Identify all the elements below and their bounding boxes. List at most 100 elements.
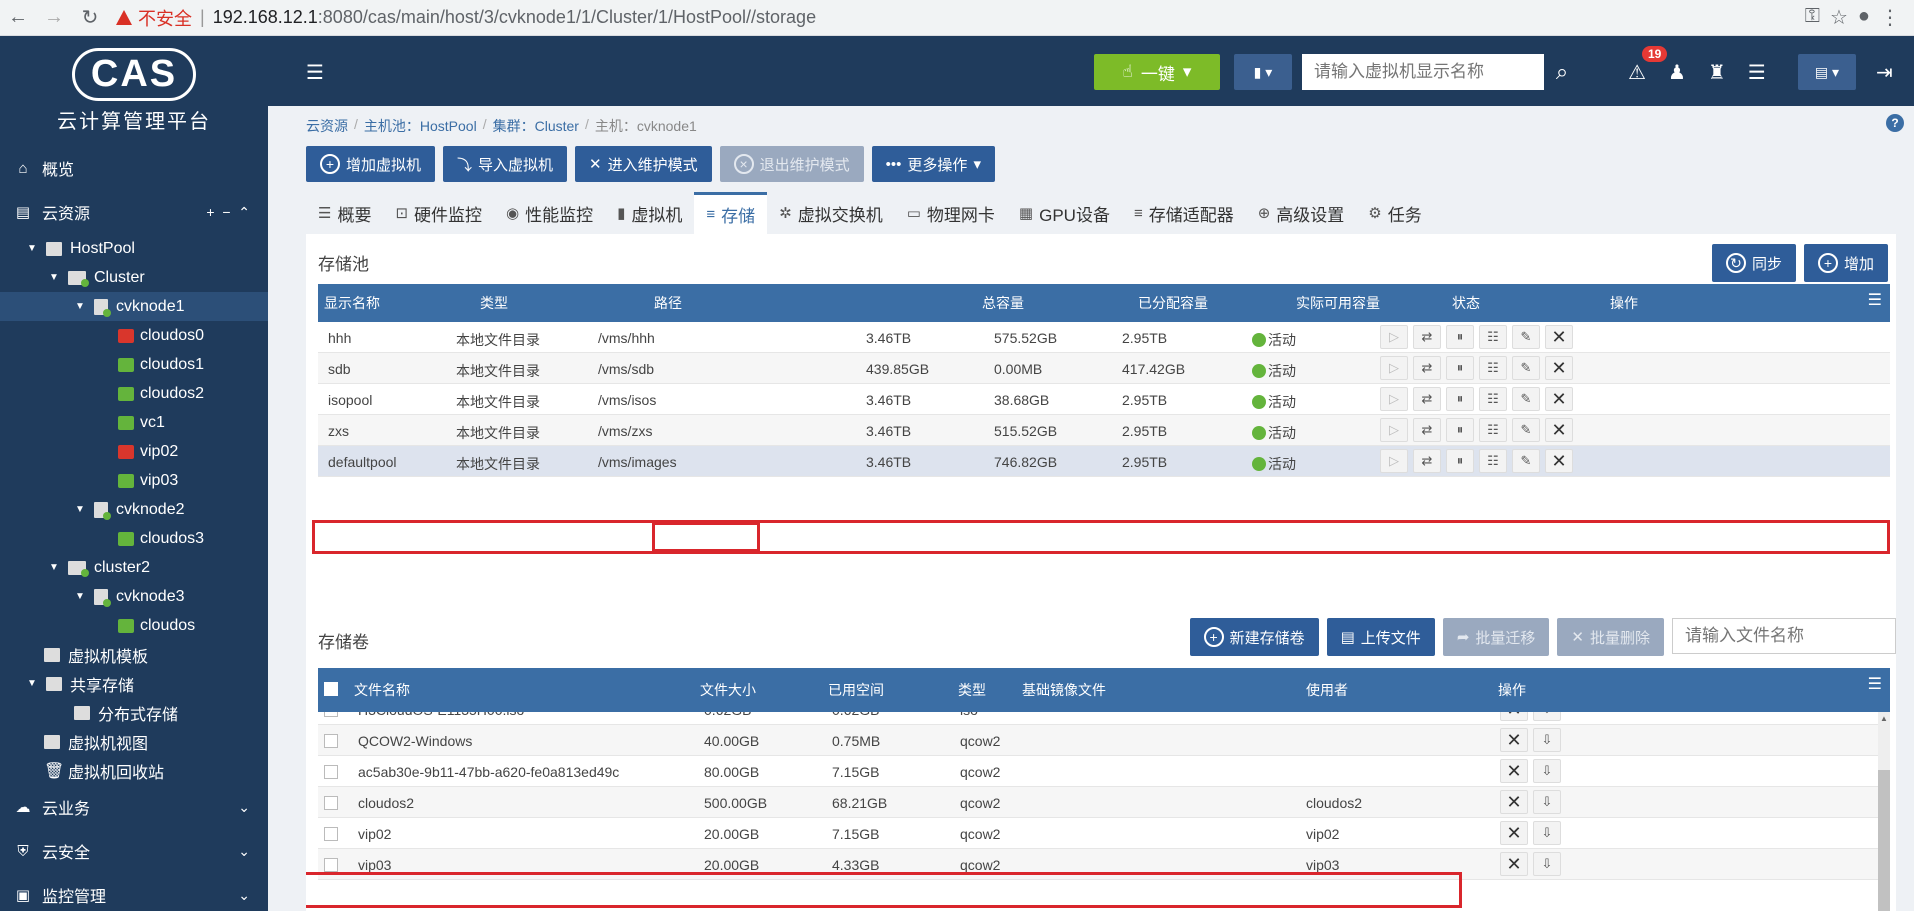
file-search-input[interactable] (1672, 618, 1896, 654)
pool-row[interactable]: zxs 本地文件目录/vms/zxs 3.46TB 515.52GB 2.95TB 活动 ▷… (318, 415, 1890, 446)
expand-icon[interactable]: ▼ (74, 504, 86, 515)
refresh-icon[interactable]: ⇄ (1413, 387, 1441, 411)
breadcrumb-resources[interactable]: 云资源 (306, 116, 348, 136)
pool-row[interactable]: hhh 本地文件目录/vms/hhh 3.46TB 575.52GB 2.95TB 活动 ▷… (318, 322, 1890, 353)
delete-icon[interactable]: ✕ (1545, 387, 1573, 411)
play-icon[interactable]: ▷ (1380, 449, 1408, 473)
exit-maintenance-button[interactable]: × 退出维护模式 (719, 146, 864, 182)
tree-vm-recycle-bin[interactable]: 🗑 虚拟机回收站 (0, 756, 268, 785)
column-menu-icon[interactable]: ☰ (1868, 674, 1882, 694)
expand-icon[interactable]: ▼ (26, 243, 38, 254)
delete-icon[interactable]: ✕ (1545, 356, 1573, 380)
layout-menu-button[interactable]: ▤ ▾ (1798, 54, 1856, 90)
tab-gpu[interactable]: ▦ GPU设备 (1007, 192, 1122, 234)
edit-icon[interactable]: ✎ (1512, 449, 1540, 473)
download-icon[interactable]: ⇩ (1533, 790, 1561, 814)
pause-icon[interactable]: ⏸ (1446, 418, 1474, 442)
refresh-icon[interactable]: ⇄ (1413, 356, 1441, 380)
tab-tasks[interactable]: ⚙ 任务 (1356, 192, 1433, 234)
address-bar[interactable]: 不安全 | 192.168.12.1:8080/cas/main/host/3/… (116, 4, 1797, 32)
tree-host-cvknode3[interactable]: ▼ cvknode3 (0, 582, 268, 611)
back-icon[interactable]: ← (0, 0, 36, 36)
reload-icon[interactable]: ↻ (72, 0, 108, 36)
import-vm-button[interactable]: ⤵ 导入虚拟机 (443, 146, 568, 182)
breadcrumb-hostpool[interactable]: 主机池：HostPool (364, 116, 477, 136)
expand-icon[interactable]: ▼ (74, 591, 86, 602)
tab-advanced-settings[interactable]: ⊕ 高级设置 (1246, 192, 1357, 234)
tree-vm-view[interactable]: 虚拟机视图 (0, 727, 268, 756)
resource-tree-controls[interactable]: + − ⌃ (206, 204, 250, 221)
edit-icon[interactable]: ✎ (1512, 387, 1540, 411)
add-vm-button[interactable]: + 增加虚拟机 (306, 146, 436, 182)
search-icon[interactable]: ⌕ (1544, 54, 1580, 90)
nav-cloud-business[interactable]: ☁ 云业务 ⌄ (0, 785, 268, 829)
refresh-icon[interactable]: ⇄ (1413, 449, 1441, 473)
download-icon[interactable]: ⇩ (1533, 712, 1561, 721)
column-menu-icon[interactable]: ☰ (1868, 290, 1882, 310)
tree-vm-cloudos[interactable]: cloudos (0, 611, 268, 640)
play-icon[interactable]: ▷ (1380, 325, 1408, 349)
nav-monitoring[interactable]: ▣ 监控管理 ⌄ (0, 873, 268, 911)
batch-delete-button[interactable]: ✕ 批量删除 (1557, 618, 1664, 656)
expand-icon[interactable]: ▼ (74, 301, 86, 312)
tab-physical-nic[interactable]: ▭ 物理网卡 (895, 192, 1007, 234)
nav-overview[interactable]: ⌂ 概览 (0, 146, 268, 190)
view-icon[interactable]: ☷ (1479, 387, 1507, 411)
scroll-thumb[interactable] (1878, 770, 1890, 911)
breadcrumb-cluster[interactable]: 集群：Cluster (493, 116, 579, 136)
tree-host-cvknode2[interactable]: ▼ cvknode2 (0, 495, 268, 524)
tree-vm-cloudos2[interactable]: cloudos2 (0, 379, 268, 408)
help-icon[interactable]: ? (1886, 114, 1904, 132)
delete-icon[interactable]: ✕ (1500, 821, 1528, 845)
tree-host-cvknode1[interactable]: ▼ cvknode1 (0, 292, 268, 321)
logout-icon[interactable]: ⇥ (1876, 60, 1893, 85)
play-icon[interactable]: ▷ (1380, 387, 1408, 411)
tab-storage-adapter[interactable]: ≡ 存储适配器 (1122, 192, 1246, 234)
add-pool-button[interactable]: + 增加 (1803, 244, 1888, 282)
tree-shared-storage[interactable]: ▼ 共享存储 (0, 669, 268, 698)
pause-icon[interactable]: ⏸ (1446, 449, 1474, 473)
tab-vswitch[interactable]: ✲ 虚拟交换机 (767, 192, 895, 234)
list-icon[interactable]: ☰ (1748, 60, 1766, 85)
row-checkbox[interactable] (324, 712, 338, 717)
pool-row[interactable]: defaultpool 本地文件目录/vms/images 3.46TB 746.82… (318, 446, 1890, 477)
tree-distributed-storage[interactable]: 分布式存储 (0, 698, 268, 727)
delete-icon[interactable]: ✕ (1545, 449, 1573, 473)
tree-vm-vip03[interactable]: vip03 (0, 466, 268, 495)
key-icon[interactable]: ⚿ (1805, 5, 1820, 30)
scroll-up-icon[interactable]: ▲ (1878, 714, 1890, 726)
vm-filter-button[interactable]: ▮ ▾ (1234, 54, 1292, 90)
edit-icon[interactable]: ✎ (1512, 356, 1540, 380)
edit-icon[interactable]: ✎ (1512, 418, 1540, 442)
batch-migrate-button[interactable]: ➦ 批量迁移 (1442, 618, 1550, 656)
delete-icon[interactable]: ✕ (1500, 790, 1528, 814)
tab-summary[interactable]: ☰ 概要 (306, 192, 383, 234)
vm-search-input[interactable] (1302, 54, 1544, 90)
tab-performance-monitor[interactable]: ◉ 性能监控 (494, 192, 605, 234)
one-click-button[interactable]: ☝ 一键 ▾ (1094, 54, 1220, 90)
view-icon[interactable]: ☷ (1479, 325, 1507, 349)
view-icon[interactable]: ☷ (1479, 449, 1507, 473)
play-icon[interactable]: ▷ (1380, 356, 1408, 380)
pause-icon[interactable]: ⏸ (1446, 325, 1474, 349)
delete-icon[interactable]: ✕ (1500, 852, 1528, 876)
nav-cloud-security[interactable]: ⛨ 云安全 ⌄ (0, 829, 268, 873)
volume-row[interactable]: ac5ab30e-9b11-47bb-a620-fe0a813ed49c 80.0… (318, 756, 1890, 787)
shirt-icon[interactable]: ♜ (1708, 60, 1726, 85)
pool-row[interactable]: sdb 本地文件目录/vms/sdb 439.85GB 0.00MB 417.42GB 活… (318, 353, 1890, 384)
upload-file-button[interactable]: ▤ 上传文件 (1326, 618, 1435, 656)
tree-vm-cloudos0[interactable]: cloudos0 (0, 321, 268, 350)
expand-icon[interactable]: ▼ (26, 678, 38, 689)
new-volume-button[interactable]: + 新建存储卷 (1189, 618, 1319, 656)
play-icon[interactable]: ▷ (1380, 418, 1408, 442)
pool-row[interactable]: isopool 本地文件目录/vms/isos 3.46TB 38.68GB 2.95T… (318, 384, 1890, 415)
pause-icon[interactable]: ⏸ (1446, 356, 1474, 380)
bookmark-star-icon[interactable]: ☆ (1830, 5, 1848, 30)
tree-hostpool[interactable]: ▼ HostPool (0, 234, 268, 263)
sync-button[interactable]: ↻ 同步 (1711, 244, 1796, 282)
browser-menu-icon[interactable]: ⋮ (1880, 5, 1900, 30)
enter-maintenance-button[interactable]: ✕ 进入维护模式 (575, 146, 712, 182)
tab-vms[interactable]: ▮ 虚拟机 (605, 192, 694, 234)
forward-icon[interactable]: → (36, 0, 72, 36)
refresh-icon[interactable]: ⇄ (1413, 325, 1441, 349)
